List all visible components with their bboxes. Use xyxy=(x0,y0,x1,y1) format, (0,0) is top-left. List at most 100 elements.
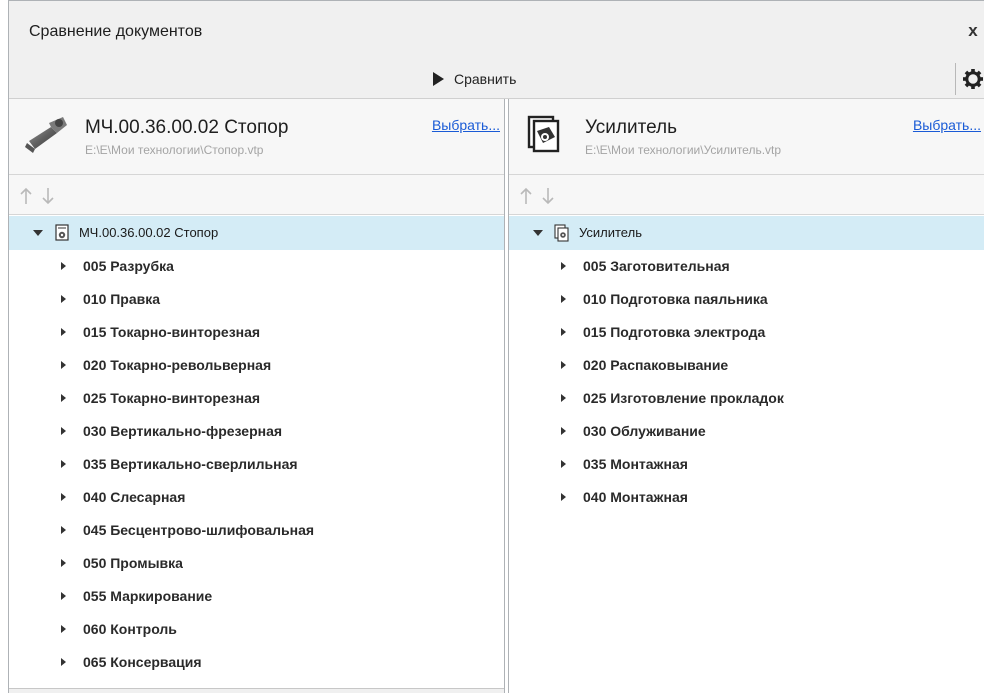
tree-item-label: 020 Распаковывание xyxy=(583,357,729,373)
right-move-up-button[interactable] xyxy=(519,186,533,206)
tree-item[interactable]: 030 Вертикально-фрезерная xyxy=(9,415,504,448)
tree-item[interactable]: 065 Консервация xyxy=(9,646,504,679)
chevron-right-icon[interactable] xyxy=(61,262,66,270)
left-document-path: E:\E\Мои технологии\Стопор.vtp xyxy=(85,143,264,157)
tree-item-label: 030 Облуживание xyxy=(583,423,706,439)
tree-item-label: 010 Подготовка паяльника xyxy=(583,291,768,307)
right-tree-root[interactable]: Усилитель xyxy=(509,216,984,250)
left-move-down-button[interactable] xyxy=(41,186,55,206)
tree-item-label: 045 Бесцентрово-шлифовальная xyxy=(83,522,315,538)
chevron-right-icon[interactable] xyxy=(61,526,66,534)
tree-item[interactable]: 015 Токарно-винторезная xyxy=(9,316,504,349)
tree-item[interactable]: 055 Маркирование xyxy=(9,580,504,613)
right-document-header: Усилитель E:\E\Мои технологии\Усилитель.… xyxy=(509,99,984,175)
tree-item-label: 005 Разрубка xyxy=(83,258,174,274)
right-document-pane: Усилитель E:\E\Мои технологии\Усилитель.… xyxy=(508,99,984,693)
arrow-up-icon xyxy=(20,187,32,204)
settings-button[interactable] xyxy=(959,67,984,91)
chevron-right-icon[interactable] xyxy=(61,427,66,435)
tree-item-label: 035 Вертикально-сверлильная xyxy=(83,456,298,472)
part-3d-icon xyxy=(23,111,69,157)
chevron-right-icon[interactable] xyxy=(61,625,66,633)
compare-button[interactable]: Сравнить xyxy=(433,67,516,91)
chevron-right-icon[interactable] xyxy=(561,295,566,303)
left-bottom-bar xyxy=(9,688,504,693)
arrow-up-icon xyxy=(520,187,532,204)
compare-documents-window: Сравнение документов x Сравнить МЧ.00.36… xyxy=(8,0,984,693)
chevron-right-icon[interactable] xyxy=(561,493,566,501)
left-tree-root-label: МЧ.00.36.00.02 Стопор xyxy=(79,225,219,240)
tree-item-label: 060 Контроль xyxy=(83,621,177,637)
right-choose-link[interactable]: Выбрать... xyxy=(913,117,981,133)
tree-item[interactable]: 040 Слесарная xyxy=(9,481,504,514)
tree-item-label: 055 Маркирование xyxy=(83,588,213,604)
process-document-icon xyxy=(53,224,71,242)
chevron-right-icon[interactable] xyxy=(61,361,66,369)
right-reorder-bar xyxy=(509,175,984,215)
compare-button-label: Сравнить xyxy=(454,71,517,87)
toolbar: Сравнить xyxy=(9,59,984,99)
tree-item[interactable]: 005 Разрубка xyxy=(9,250,504,283)
window-title: Сравнение документов xyxy=(29,23,203,40)
tree-item[interactable]: 040 Монтажная xyxy=(509,481,984,514)
tree-item[interactable]: 045 Бесцентрово-шлифовальная xyxy=(9,514,504,547)
tree-item-label: 065 Консервация xyxy=(83,654,202,670)
chevron-right-icon[interactable] xyxy=(61,328,66,336)
chevron-right-icon[interactable] xyxy=(61,394,66,402)
chevron-right-icon[interactable] xyxy=(61,658,66,666)
left-document-header: МЧ.00.36.00.02 Стопор E:\E\Мои технологи… xyxy=(9,99,504,175)
tree-item-label: 025 Токарно-винторезная xyxy=(83,390,261,406)
right-tree-root-label: Усилитель xyxy=(579,225,642,240)
tree-item-label: 015 Подготовка электрода xyxy=(583,324,766,340)
title-bar: Сравнение документов x xyxy=(9,1,984,59)
chevron-right-icon[interactable] xyxy=(561,361,566,369)
chevron-right-icon[interactable] xyxy=(61,493,66,501)
tree-item-label: 010 Правка xyxy=(83,291,161,307)
tree-item-label: 050 Промывка xyxy=(83,555,183,571)
left-reorder-bar xyxy=(9,175,504,215)
tree-item[interactable]: 035 Вертикально-сверлильная xyxy=(9,448,504,481)
right-move-down-button[interactable] xyxy=(541,186,555,206)
tree-item[interactable]: 025 Токарно-винторезная xyxy=(9,382,504,415)
chevron-right-icon[interactable] xyxy=(561,262,566,270)
tree-item-label: 030 Вертикально-фрезерная xyxy=(83,423,283,439)
close-button[interactable]: x xyxy=(964,21,982,41)
tree-item[interactable]: 005 Заготовительная xyxy=(509,250,984,283)
tree-item[interactable]: 030 Облуживание xyxy=(509,415,984,448)
chevron-right-icon[interactable] xyxy=(61,295,66,303)
tree-item[interactable]: 020 Распаковывание xyxy=(509,349,984,382)
gear-icon xyxy=(963,69,983,89)
assembly-document-icon xyxy=(553,224,571,242)
left-tree-root[interactable]: МЧ.00.36.00.02 Стопор xyxy=(9,216,504,250)
chevron-right-icon[interactable] xyxy=(61,559,66,567)
chevron-right-icon[interactable] xyxy=(561,394,566,402)
chevron-right-icon[interactable] xyxy=(561,328,566,336)
chevron-right-icon[interactable] xyxy=(561,427,566,435)
tree-item-label: 035 Монтажная xyxy=(583,456,688,472)
chevron-right-icon[interactable] xyxy=(61,460,66,468)
tree-item[interactable]: 050 Промывка xyxy=(9,547,504,580)
play-icon xyxy=(433,72,444,86)
chevron-down-icon[interactable] xyxy=(533,230,543,236)
tree-item[interactable]: 015 Подготовка электрода xyxy=(509,316,984,349)
chevron-down-icon[interactable] xyxy=(33,230,43,236)
arrow-down-icon xyxy=(542,188,554,205)
tree-item[interactable]: 025 Изготовление прокладок xyxy=(509,382,984,415)
arrow-down-icon xyxy=(42,188,54,205)
tree-item-label: 040 Монтажная xyxy=(583,489,688,505)
tree-item[interactable]: 010 Правка xyxy=(9,283,504,316)
assembly-document-icon xyxy=(523,111,569,157)
tree-item[interactable]: 060 Контроль xyxy=(9,613,504,646)
left-operations-tree: МЧ.00.36.00.02 Стопор 005 Разрубка 010 Пр… xyxy=(9,216,504,679)
chevron-right-icon[interactable] xyxy=(561,460,566,468)
chevron-right-icon[interactable] xyxy=(61,592,66,600)
tree-item[interactable]: 010 Подготовка паяльника xyxy=(509,283,984,316)
tree-item-label: 005 Заготовительная xyxy=(583,258,730,274)
right-document-name: Усилитель xyxy=(585,117,678,138)
toolbar-separator xyxy=(955,63,956,95)
left-move-up-button[interactable] xyxy=(19,186,33,206)
tree-item[interactable]: 035 Монтажная xyxy=(509,448,984,481)
left-choose-link[interactable]: Выбрать... xyxy=(432,117,500,133)
tree-item-label: 040 Слесарная xyxy=(83,489,186,505)
tree-item[interactable]: 020 Токарно-револьверная xyxy=(9,349,504,382)
